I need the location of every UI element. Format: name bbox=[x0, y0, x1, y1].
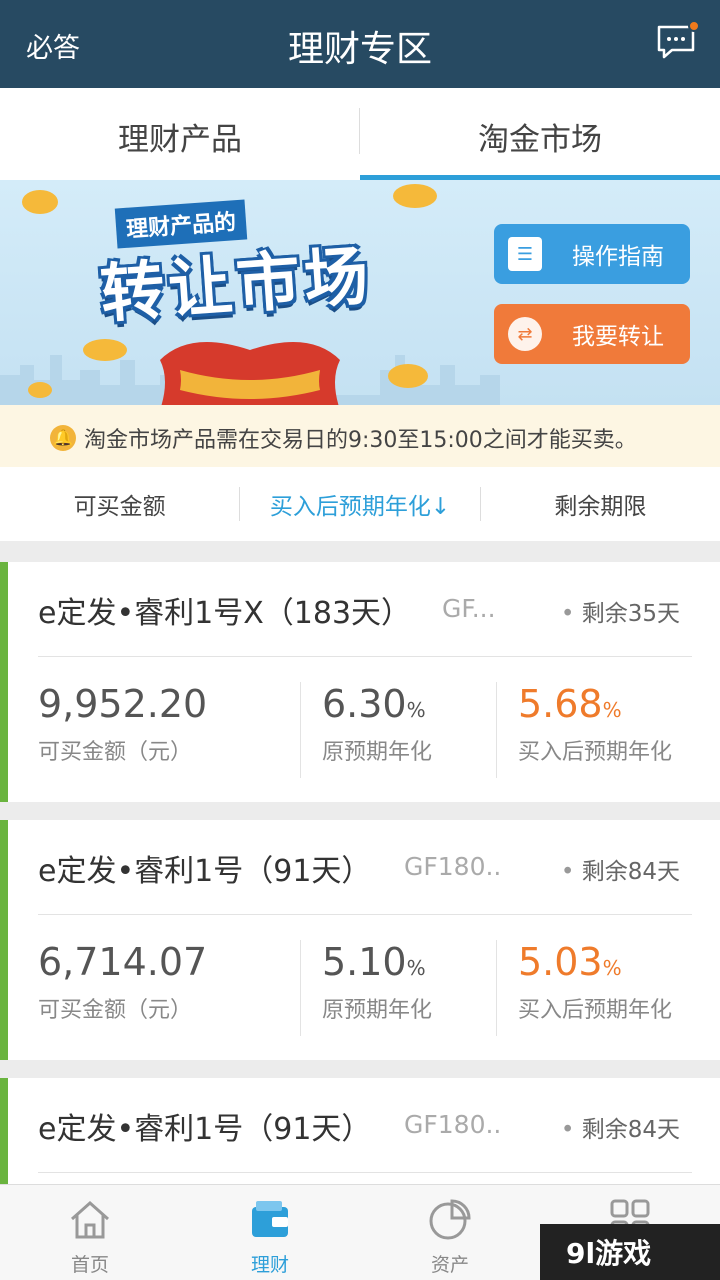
tab-gold-market[interactable]: 淘金市场 bbox=[360, 88, 720, 180]
available-amount-label: 可买金额（元） bbox=[38, 740, 193, 765]
product-code: GF180.. bbox=[404, 1110, 502, 1139]
card-divider bbox=[38, 1172, 692, 1173]
nav-assets-label: 资产 bbox=[430, 1254, 469, 1276]
buy-rate-column: 5.68% 买入后预期年化 bbox=[518, 682, 672, 782]
bell-icon: 🔔 bbox=[50, 425, 76, 451]
transfer-button-label: 我要转让 bbox=[572, 324, 664, 350]
product-code: GF... bbox=[442, 594, 496, 623]
original-rate-column: 6.30% 原预期年化 bbox=[322, 682, 432, 782]
buy-rate-label: 买入后预期年化 bbox=[518, 998, 673, 1023]
trading-hours-notice: 🔔 淘金市场产品需在交易日的9:30至15:00之间才能买卖。 bbox=[0, 405, 720, 467]
buy-rate: 5.03 bbox=[518, 940, 603, 984]
available-amount: 6,714.07 bbox=[38, 940, 208, 984]
original-rate-label: 原预期年化 bbox=[322, 998, 433, 1023]
remaining-term: 剩余84天 bbox=[561, 852, 680, 886]
clipboard-icon: ☰ bbox=[508, 237, 542, 271]
nav-home[interactable]: 首页 bbox=[0, 1185, 180, 1280]
product-name: e定发•睿利1号（91天） bbox=[38, 1112, 372, 1147]
column-divider bbox=[300, 940, 301, 1036]
guide-button-label: 操作指南 bbox=[572, 244, 664, 270]
product-card[interactable]: e定发•睿利1号（91天） GF180.. 剩余84天 bbox=[0, 1078, 720, 1184]
sort-bar: 可买金额 买入后预期年化↓ 剩余期限 bbox=[0, 467, 720, 541]
product-name: e定发•睿利1号（91天） bbox=[38, 854, 372, 889]
exchange-icon: ⇄ bbox=[508, 317, 542, 351]
sort-by-rate[interactable]: 买入后预期年化↓ bbox=[240, 487, 479, 521]
nav-home-label: 首页 bbox=[70, 1254, 109, 1276]
pie-chart-icon bbox=[429, 1199, 471, 1240]
nav-assets[interactable]: 资产 bbox=[360, 1185, 540, 1280]
product-card[interactable]: e定发•睿利1号（91天） GF180.. 剩余84天 6,714.07 可买金… bbox=[0, 820, 720, 1060]
remaining-term: 剩余84天 bbox=[561, 1110, 680, 1144]
tab-bar: 理财产品 淘金市场 bbox=[0, 88, 720, 180]
notice-text: 淘金市场产品需在交易日的9:30至15:00之间才能买卖。 bbox=[84, 428, 637, 453]
product-name: e定发•睿利1号X（183天） bbox=[38, 596, 412, 631]
card-divider bbox=[38, 656, 692, 657]
transfer-market-banner[interactable]: 理财产品的 转让市场 ☰ 操作指南 ⇄ 我要转让 bbox=[0, 180, 720, 405]
buy-rate-label: 买入后预期年化 bbox=[518, 740, 673, 765]
wallet-icon bbox=[252, 1201, 288, 1237]
original-rate: 5.10 bbox=[322, 940, 407, 984]
percent-sign: % bbox=[602, 956, 622, 980]
product-code: GF180.. bbox=[404, 852, 502, 881]
home-icon bbox=[71, 1200, 109, 1239]
available-amount: 9,952.20 bbox=[38, 682, 208, 726]
unread-dot bbox=[688, 20, 700, 32]
sort-by-amount[interactable]: 可买金额 bbox=[0, 487, 239, 521]
banner-title: 转让市场 bbox=[98, 239, 375, 333]
percent-sign: % bbox=[602, 698, 622, 722]
tab-divider bbox=[359, 108, 360, 154]
original-rate: 6.30 bbox=[322, 682, 407, 726]
available-amount-label: 可买金额（元） bbox=[38, 998, 193, 1023]
original-rate-label: 原预期年化 bbox=[322, 740, 433, 765]
app-header: 必答 理财专区 bbox=[0, 0, 720, 88]
nav-wealth-label: 理财 bbox=[250, 1254, 289, 1276]
percent-sign: % bbox=[406, 956, 426, 980]
tab-wealth-products[interactable]: 理财产品 bbox=[0, 88, 360, 180]
column-divider bbox=[496, 682, 497, 778]
site-watermark: 9l游戏 bbox=[540, 1224, 720, 1280]
original-rate-column: 5.10% 原预期年化 bbox=[322, 940, 432, 1040]
percent-sign: % bbox=[406, 698, 426, 722]
buy-rate-column: 5.03% 买入后预期年化 bbox=[518, 940, 672, 1040]
remaining-term: 剩余35天 bbox=[561, 594, 680, 628]
column-divider bbox=[300, 682, 301, 778]
amount-column: 6,714.07 可买金额（元） bbox=[38, 940, 207, 1040]
column-divider bbox=[496, 940, 497, 1036]
page-title: 理财专区 bbox=[287, 29, 432, 70]
product-card[interactable]: e定发•睿利1号X（183天） GF... 剩余35天 9,952.20 可买金… bbox=[0, 562, 720, 802]
guide-button[interactable]: ☰ 操作指南 bbox=[494, 224, 690, 284]
buy-rate: 5.68 bbox=[518, 682, 603, 726]
amount-column: 9,952.20 可买金额（元） bbox=[38, 682, 207, 782]
sort-by-term[interactable]: 剩余期限 bbox=[481, 487, 720, 521]
card-divider bbox=[38, 914, 692, 915]
transfer-button[interactable]: ⇄ 我要转让 bbox=[494, 304, 690, 364]
nav-wealth[interactable]: 理财 bbox=[180, 1185, 360, 1280]
